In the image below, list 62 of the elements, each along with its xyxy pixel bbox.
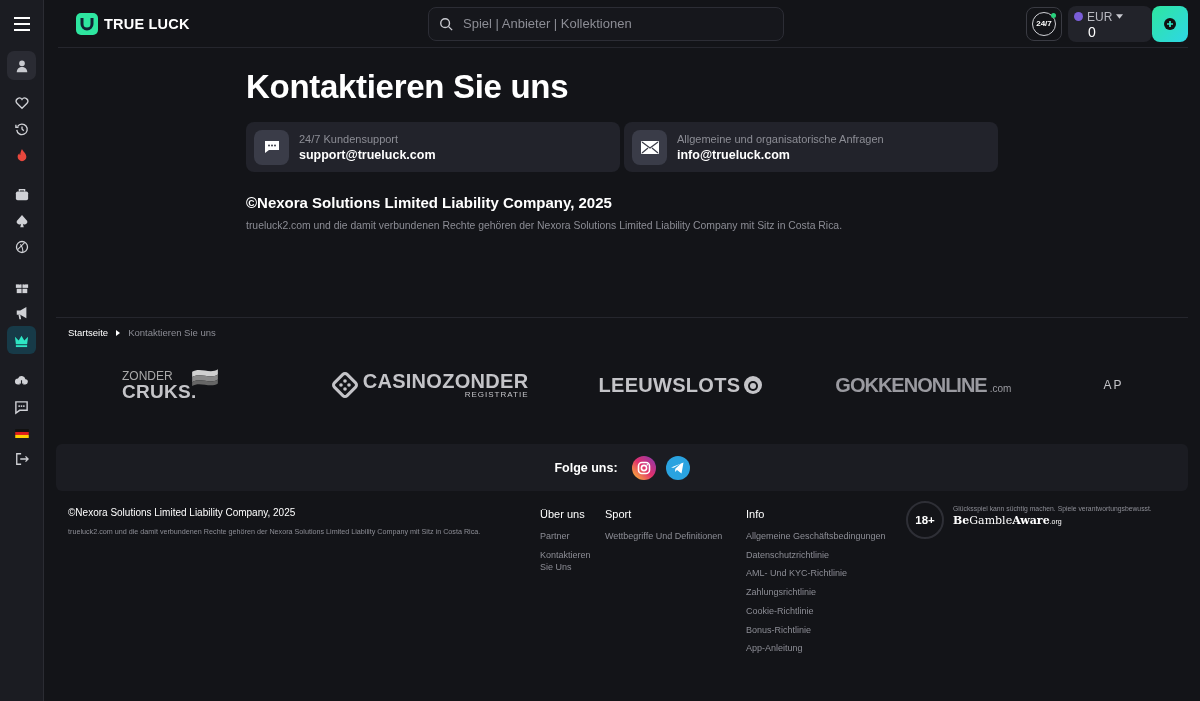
copyright-heading: ©Nexora Solutions Limited Liability Company, 2025	[246, 194, 613, 211]
heart-icon	[14, 96, 29, 110]
mail-icon	[640, 140, 659, 154]
footer-copyright: ©Nexora Solutions Limited Liability Company, 2025	[68, 507, 297, 518]
breadcrumb-current: Kontaktieren Sie uns	[128, 327, 216, 338]
footer-link[interactable]: Cookie-Richtlinie	[746, 604, 906, 618]
footer-column-title: Sport	[605, 508, 633, 520]
deposit-button[interactable]	[1152, 5, 1188, 42]
logout-icon	[14, 452, 29, 466]
plus-icon	[1164, 17, 1176, 30]
footer-link[interactable]: Partner	[540, 530, 595, 543]
flag-icon	[14, 428, 29, 438]
email-link[interactable]: info@trueluck.com	[677, 147, 884, 162]
logo-text[interactable]: TRUE LUCK	[104, 15, 190, 32]
briefcase-icon	[14, 188, 29, 202]
logo-icon	[76, 12, 98, 35]
caret-icon	[1116, 14, 1124, 19]
contact-label: Allgemeine und organisatorische Anfragen	[677, 132, 884, 145]
partner-logo[interactable]: ZONDER CRUKS.	[122, 369, 218, 401]
telegram-icon[interactable]	[665, 455, 690, 480]
search-icon	[439, 16, 453, 31]
partner-logo[interactable]: GOKKENONLINE.com	[835, 373, 1012, 397]
wallet[interactable]: EUR 0	[1068, 5, 1152, 42]
footer-link[interactable]: App-Anleitung	[746, 642, 906, 655]
follow-label: Folge uns:	[554, 460, 618, 475]
search-field[interactable]: Spiel | Anbieter | Kollektionen	[461, 15, 773, 32]
footer-column-title: Info	[746, 508, 766, 520]
cloud-icon	[14, 374, 29, 388]
footer-link[interactable]: Allgemeine Geschäftsbedingungen	[746, 530, 906, 543]
footer-link[interactable]: Bonus-Richtlinie	[746, 623, 906, 636]
age-badge: 18+	[906, 501, 944, 539]
balance: 0	[1088, 23, 1097, 40]
footer-link[interactable]: Zahlungsrichtlinie	[746, 586, 906, 599]
footer-column-title: Über uns	[540, 508, 586, 520]
partner-logo[interactable]: CASINOZONDER REGISTRATIE	[329, 370, 529, 400]
email-link[interactable]: support@trueluck.com	[299, 147, 436, 162]
history-icon	[14, 122, 29, 136]
megaphone-icon	[14, 306, 29, 320]
ball-icon	[14, 240, 29, 254]
chat-icon	[14, 399, 29, 415]
instagram-icon[interactable]	[631, 455, 656, 480]
page-title: Kontaktieren Sie uns	[246, 68, 570, 106]
chevron-icon	[116, 329, 121, 336]
legal-text: trueluck2.com und die damit verbundenen Rechte gehören der Nexora Solutions Limited Liability Company mit Sitz in Costa Rica.	[246, 220, 844, 231]
support-chat-button[interactable]: 24/7	[1026, 6, 1062, 41]
partner-logo[interactable]: LEEUWSLOTS	[598, 373, 764, 397]
spade-icon	[14, 214, 29, 228]
chat-icon	[263, 140, 280, 154]
footer-link[interactable]: Kontaktieren Sie Uns	[540, 548, 595, 574]
user-icon	[14, 58, 29, 73]
breadcrumb-link[interactable]: Startseite	[68, 327, 109, 338]
currency-icon	[1074, 12, 1083, 21]
crown-button[interactable]	[7, 326, 36, 354]
search-bar[interactable]: Spiel | Anbieter | Kollektionen	[428, 6, 784, 41]
partner-logo[interactable]: AP	[1103, 378, 1124, 392]
profile-button[interactable]	[7, 51, 36, 80]
footer-link[interactable]: Wettbegriffe Und Definitionen	[605, 530, 746, 543]
footer-link[interactable]: Datenschutzrichtlinie	[746, 548, 906, 562]
menu-icon[interactable]	[13, 17, 30, 31]
footer-link[interactable]: AML- Und KYC-Richtlinie	[746, 567, 906, 580]
contact-label: 24/7 Kundensupport	[299, 132, 400, 145]
currency-label: EUR	[1087, 9, 1113, 24]
